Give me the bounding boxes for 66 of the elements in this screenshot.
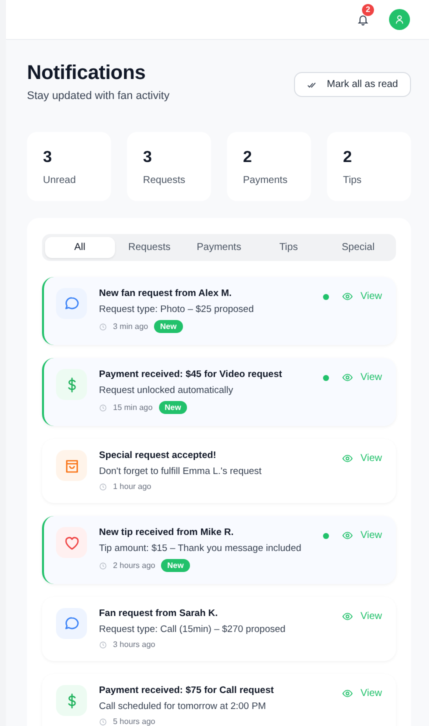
filter-tab[interactable]: All: [45, 237, 115, 258]
notification-item[interactable]: New fan request from Alex M. Request type: Photo – $25 proposed 3 min ago New View: [42, 277, 396, 345]
page-title: Notifications: [27, 62, 147, 85]
notification-time: 3 min ago: [113, 322, 148, 331]
notification-title: New fan request from Alex M.: [99, 288, 233, 299]
notification-item[interactable]: Payment received: $75 for Call request Call scheduled for tomorrow at 2:00 PM 5 hours ago View: [42, 674, 396, 726]
clock-icon: [99, 322, 107, 330]
chat-bubble-icon: [56, 608, 87, 639]
stat-value: 3: [43, 149, 53, 167]
notification-time: 15 min ago: [113, 403, 153, 412]
mark-all-read-button[interactable]: Mark all as read: [294, 72, 411, 97]
stat-value: 2: [343, 149, 353, 167]
notification-title: New tip received from Mike R.: [99, 527, 235, 538]
notification-text: Don't forget to fulfill Emma L.'s request: [99, 466, 263, 477]
stat-value: 3: [143, 149, 153, 167]
notification-item[interactable]: New tip received from Mike R. Tip amount: $15 – Thank you message included 2 hours ago New View: [42, 516, 396, 584]
stat-label: Unread: [43, 175, 77, 186]
notification-title: Payment received: $45 for Video request: [99, 369, 284, 380]
notification-text: Request type: Call (15min) – $270 proposed: [99, 624, 286, 635]
filter-tab[interactable]: Payments: [184, 237, 254, 258]
clock-icon: [99, 562, 107, 570]
eye-icon: [342, 291, 352, 302]
filter-tab[interactable]: Special: [323, 237, 393, 258]
stat-value: 2: [243, 149, 253, 167]
notification-item[interactable]: Payment received: $45 for Video request Request unlocked automatically 15 min ago New View: [42, 358, 396, 426]
notification-item[interactable]: Special request accepted! Don't forget to fulfill Emma L.'s request 1 hour ago View: [42, 439, 396, 503]
notification-text: Request type: Photo – $25 proposed: [99, 304, 255, 315]
stat-label: Payments: [243, 175, 288, 186]
notification-text: Request unlocked automatically: [99, 385, 234, 396]
eye-icon: [342, 372, 352, 383]
bell-icon[interactable]: [357, 14, 369, 26]
eye-icon: [342, 530, 352, 541]
clock-icon: [99, 640, 107, 648]
chat-bubble-icon: [56, 288, 87, 319]
notification-time: 3 hours ago: [113, 640, 156, 649]
notification-text: Tip amount: $15 – Thank you message included: [99, 543, 302, 554]
dollar-icon: [56, 369, 87, 400]
clock-icon: [99, 718, 107, 726]
notification-time: 5 hours ago: [113, 717, 156, 726]
eye-icon: [342, 611, 352, 622]
notification-title: Special request accepted!: [99, 450, 218, 461]
eye-icon: [342, 688, 352, 699]
unread-dot: [322, 374, 328, 380]
notification-time: 2 hours ago: [113, 561, 156, 570]
stat-label: Tips: [343, 175, 363, 186]
unread-dot: [322, 294, 328, 300]
new-badge: New: [161, 559, 190, 572]
clock-icon: [99, 482, 107, 490]
clock-icon: [99, 404, 107, 412]
notification-time: 1 hour ago: [113, 482, 152, 491]
notification-text: Call scheduled for tomorrow at 2:00 PM: [99, 701, 267, 712]
eye-icon: [342, 453, 352, 464]
notification-item[interactable]: Fan request from Sarah K. Request type: Call (15min) – $270 proposed 3 hours ago View: [42, 597, 396, 661]
notification-count: 2: [362, 4, 374, 16]
unread-dot: [322, 532, 328, 538]
new-badge: New: [154, 320, 183, 333]
dollar-icon: [56, 685, 87, 716]
bag-icon: [56, 450, 87, 481]
filter-tab[interactable]: Tips: [254, 237, 324, 258]
stat-label: Requests: [143, 175, 186, 186]
filter-tab[interactable]: Requests: [114, 237, 184, 258]
page-subtitle: Stay updated with fan activity: [27, 90, 170, 102]
heart-icon: [56, 527, 87, 558]
notification-title: Fan request from Sarah K.: [99, 608, 219, 619]
new-badge: New: [158, 401, 188, 414]
notification-title: Payment received: $75 for Call request: [99, 685, 275, 696]
